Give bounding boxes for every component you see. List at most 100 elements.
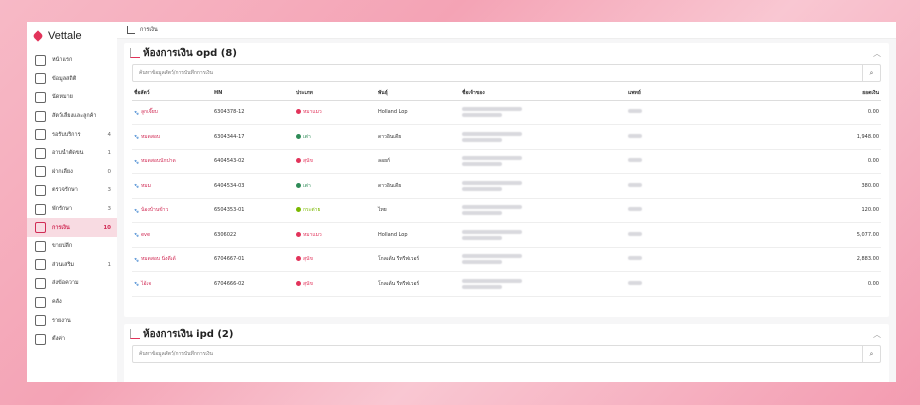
pet-name-link[interactable]: eve <box>141 232 150 238</box>
type-cell: เต่า <box>294 124 376 150</box>
pet-name-link[interactable]: น้องบ้านข้าว <box>141 206 168 214</box>
redacted-line <box>628 109 642 114</box>
hn-cell: 6704667-01 <box>212 247 294 272</box>
redacted-line <box>462 131 522 136</box>
menu-icon <box>35 333 46 345</box>
opd-search-input[interactable] <box>133 65 862 81</box>
doctor-cell-redacted <box>626 100 794 125</box>
owner-cell-redacted <box>460 198 626 223</box>
app-logo[interactable]: Vettale <box>27 27 117 45</box>
column-header[interactable]: ชื่อเจ้าของ <box>460 86 626 101</box>
amount-cell: 0.00 <box>794 149 881 174</box>
sidebar-item[interactable]: หน้าแรก <box>27 51 117 70</box>
table-row[interactable]: 🐾 หมดสอบ 6304344-17 เต่า ดาวอินเดีย 1,948.00 <box>132 124 881 150</box>
sidebar-item-label: รอรับบริการ <box>52 131 81 138</box>
sidebar-item[interactable]: ฝากเลี้ยง 0 <box>27 163 117 182</box>
sidebar-item[interactable]: รอรับบริการ 4 <box>27 125 117 144</box>
sidebar-nav: หน้าแรกข้อมูลสถิติ นัดหมาย สัตว์เลี้ยงและล… <box>27 51 117 349</box>
pet-name-cell: 🐾 หมดสอบนักปาด <box>132 149 212 174</box>
amount-cell: 1,948.00 <box>794 124 881 150</box>
ipd-search-input[interactable] <box>133 346 862 362</box>
pet-name-link[interactable]: หมดสอบ <box>141 133 160 141</box>
column-header[interactable]: ชื่อสัตว์ <box>132 86 212 101</box>
sidebar-item[interactable]: รายงาน <box>27 311 117 330</box>
pet-name-link[interactable]: ลูกเจี๊ยบ <box>141 108 158 116</box>
search-icon[interactable]: ⌕ <box>862 346 880 362</box>
redacted-line <box>628 280 642 285</box>
breed-cell: ดาวอินเดีย <box>376 173 460 199</box>
pet-name-link[interactable]: หมม <box>141 182 151 190</box>
table-row[interactable]: 🐾 ลูกเจี๊ยบ 6304378-12 หมาแมว Holland Lop 0.0… <box>132 100 881 125</box>
column-header[interactable]: HN <box>212 86 294 101</box>
animal-type-icon <box>296 133 301 139</box>
app-name: Vettale <box>48 30 82 42</box>
amount-cell: 120.00 <box>794 198 881 223</box>
sidebar-item[interactable]: อาบน้ำตัดขน 1 <box>27 144 117 163</box>
sidebar-item-label: หน้าแรก <box>52 57 73 64</box>
hn-cell: 6404543-02 <box>212 149 294 174</box>
sidebar-item[interactable]: ส่วนเสริม 1 <box>27 256 117 275</box>
pet-name-link[interactable]: ไอ้เจ <box>141 280 151 288</box>
pet-name-link[interactable]: หมดสอบ นิ่งดีเด้ <box>141 255 176 263</box>
redacted-line <box>462 180 522 185</box>
animal-type-label: เต่า <box>303 182 311 189</box>
sidebar-item[interactable]: ตั้งค่า <box>27 330 117 349</box>
type-cell: หมาแมว <box>294 100 376 125</box>
table-row[interactable]: 🐾 ไอ้เจ 6704666-02 สุนัข โกลเด้น รีทรีฟเวอร์… <box>132 271 881 297</box>
sidebar-item[interactable]: พักรักษา 3 <box>27 200 117 219</box>
table-row[interactable]: 🐾 eve 6306022 หมาแมว Holland Lop 5,077.00 <box>132 222 881 248</box>
search-icon[interactable]: ⌕ <box>862 65 880 81</box>
table-row[interactable]: 🐾 น้องบ้านข้าว 6504353-01 กระต่าย ไทย 120.00 <box>132 198 881 223</box>
pet-name-link[interactable]: หมดสอบนักปาด <box>141 157 176 165</box>
table-row[interactable]: 🐾 หมดสอบ นิ่งดีเด้ 6704667-01 สุนัข โกลเด้น … <box>132 247 881 272</box>
sidebar-item-count: 1 <box>107 261 112 268</box>
column-header[interactable]: ประเภท <box>294 86 376 101</box>
sidebar-item[interactable]: ตรวจรักษา 3 <box>27 181 117 200</box>
redacted-line <box>462 254 522 259</box>
redacted-line <box>628 133 642 138</box>
redacted-line <box>628 182 642 187</box>
menu-icon <box>35 129 46 141</box>
column-header[interactable]: พันธุ์ <box>376 86 460 101</box>
redacted-line <box>462 235 502 240</box>
breadcrumb-label: การเงิน <box>140 27 158 33</box>
column-header[interactable]: ยอดเงิน <box>794 86 881 101</box>
sidebar-item-label: ตรวจรักษา <box>52 187 78 194</box>
doctor-cell-redacted <box>626 222 794 248</box>
redacted-line <box>628 231 642 236</box>
sidebar-item[interactable]: ส่งข้อความ <box>27 274 117 293</box>
breed-cell: โกลเด้น รีทรีฟเวอร์ <box>376 247 460 272</box>
sidebar-item[interactable]: ข้อมูลสถิติ <box>27 70 117 89</box>
type-cell: หมาแมว <box>294 222 376 248</box>
pet-name-cell: 🐾 หมดสอบ <box>132 124 212 150</box>
sidebar-item[interactable]: สัตว์เลี้ยงและลูกค้า <box>27 107 117 126</box>
sidebar-item[interactable]: การเงิน 10 <box>27 218 117 237</box>
column-header[interactable]: แพทย์ <box>626 86 794 101</box>
menu-icon <box>35 147 46 159</box>
redacted-line <box>462 211 502 216</box>
pet-name-wrapper: 🐾 หมม <box>134 182 210 190</box>
owner-cell-redacted <box>460 247 626 272</box>
sidebar-item[interactable]: คลัง <box>27 293 117 312</box>
hn-cell: 6504353-01 <box>212 198 294 223</box>
redacted-line <box>462 162 502 167</box>
table-row[interactable]: 🐾 หมม 6404534-03 เต่า ดาวอินเดีย 380.00 <box>132 173 881 199</box>
menu-icon <box>35 277 46 289</box>
animal-type-tag: เต่า <box>296 133 311 141</box>
sidebar-item-count: 10 <box>103 224 111 231</box>
pet-name-wrapper: 🐾 หมดสอบ นิ่งดีเด้ <box>134 255 210 263</box>
sidebar-item-label: อาบน้ำตัดขน <box>52 150 84 157</box>
sidebar-item[interactable]: ขายปลีก <box>27 237 117 256</box>
type-cell: กระต่าย <box>294 198 376 223</box>
redacted-text <box>462 205 624 216</box>
cash-register-icon <box>130 48 140 58</box>
chevron-up-icon[interactable]: ︿ <box>873 48 881 59</box>
animal-type-label: กระต่าย <box>303 207 321 214</box>
animal-type-tag: เต่า <box>296 182 311 190</box>
animal-type-label: สุนัข <box>303 256 313 263</box>
table-row[interactable]: 🐾 หมดสอบนักปาด 6404543-02 สุนัข ลอยก์ 0.00 <box>132 149 881 174</box>
sidebar-item[interactable]: นัดหมาย <box>27 88 117 107</box>
sidebar-item-label: รายงาน <box>52 317 71 324</box>
chevron-up-icon[interactable]: ︿ <box>873 329 881 340</box>
redacted-text <box>462 131 624 142</box>
